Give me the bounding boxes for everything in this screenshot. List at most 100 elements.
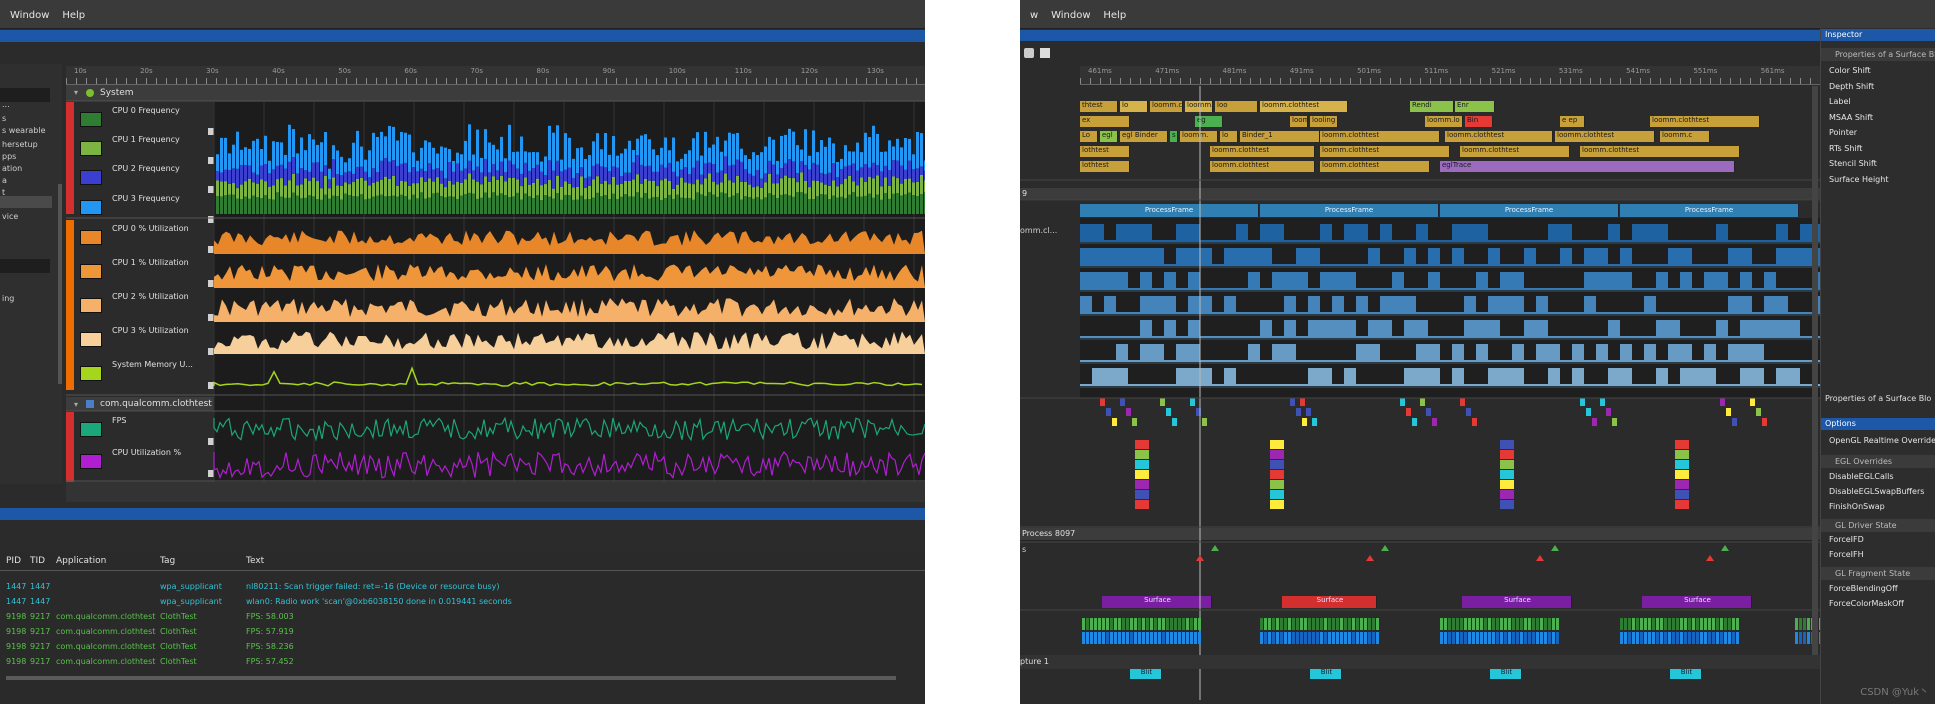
log-header-pid[interactable]: PID xyxy=(6,556,21,566)
freq-bar xyxy=(596,192,599,214)
log-header-text[interactable]: Text xyxy=(246,556,264,566)
event-marker xyxy=(1586,408,1591,416)
inspector-item[interactable]: ForceIFH xyxy=(1829,550,1864,559)
freq-bar xyxy=(632,196,635,214)
inspector-item[interactable]: DisableEGLSwapBuffers xyxy=(1829,487,1924,496)
log-cell-text: wlan0: Radio work 'scan'@0xb6038150 done… xyxy=(246,597,512,606)
freq-bar xyxy=(284,168,287,186)
freq-bar xyxy=(732,195,735,214)
freq-bar xyxy=(500,175,503,194)
freq-bar xyxy=(240,184,243,200)
freq-bar xyxy=(432,181,435,194)
gpu-bar xyxy=(1736,632,1739,644)
freq-bar xyxy=(628,180,631,197)
inspector-item[interactable]: DisableEGLCalls xyxy=(1829,472,1894,481)
gpu-bar xyxy=(1276,632,1279,644)
freq-bar xyxy=(660,164,663,181)
freq-bar xyxy=(832,195,835,214)
freq-bar xyxy=(756,186,759,198)
freq-bar xyxy=(832,143,835,164)
freq-bar xyxy=(688,183,691,198)
frag-section[interactable]: GL Fragment State xyxy=(1821,567,1935,580)
freq-bar xyxy=(872,197,875,214)
vertical-scrollbar[interactable] xyxy=(1812,86,1818,656)
egl-section[interactable]: EGL Overrides xyxy=(1821,455,1935,468)
freq-bar xyxy=(808,155,811,170)
inspector-titlebar: Inspector xyxy=(1821,29,1935,41)
log-header-tid[interactable]: TID xyxy=(30,556,45,566)
freq-bar xyxy=(228,169,231,184)
inspector-section[interactable]: Properties of a Surface Bl xyxy=(1821,48,1935,61)
freq-bar xyxy=(496,149,499,171)
inspector-item[interactable]: ForceIFD xyxy=(1829,535,1864,544)
inspector-item[interactable]: ForceBlendingOff xyxy=(1829,584,1898,593)
freq-bar xyxy=(256,197,259,214)
gpu-bar xyxy=(1492,632,1495,644)
gpu-bar xyxy=(1524,618,1527,630)
gpu-bar xyxy=(1296,632,1299,644)
log-hscrollbar[interactable] xyxy=(6,676,896,680)
gl-section[interactable]: GL Driver State xyxy=(1821,519,1935,532)
freq-bar xyxy=(252,182,255,196)
freq-bar xyxy=(824,174,827,185)
gpu-bar xyxy=(1676,618,1679,630)
freq-bar xyxy=(876,194,879,214)
freq-bar xyxy=(884,165,887,178)
freq-bar xyxy=(864,181,867,196)
log-cell-text: FPS: 58.236 xyxy=(246,642,294,651)
freq-bar xyxy=(484,176,487,193)
freq-bar xyxy=(508,160,511,178)
frame-arrow-icon xyxy=(1366,555,1374,561)
freq-bar xyxy=(268,186,271,199)
gpu-bar xyxy=(1736,618,1739,630)
freq-bar xyxy=(912,182,915,196)
inspector-item[interactable]: MSAA Shift xyxy=(1829,113,1873,122)
freq-bar xyxy=(660,199,663,214)
inspector-item[interactable]: Color Shift xyxy=(1829,66,1871,75)
freq-bar xyxy=(712,164,715,182)
freq-bar xyxy=(596,176,599,193)
gpu-bar xyxy=(1344,632,1347,644)
freq-bar xyxy=(364,199,367,214)
event-marker xyxy=(1290,398,1295,406)
freq-bar xyxy=(340,156,343,176)
freq-bar xyxy=(576,199,579,214)
freq-bar xyxy=(840,196,843,214)
gpu-bar xyxy=(1648,618,1651,630)
gpu-bar xyxy=(1360,632,1363,644)
freq-bar xyxy=(332,177,335,196)
gpu-bar xyxy=(1544,632,1547,644)
inspector-item[interactable]: RTs Shift xyxy=(1829,144,1862,153)
inspector-item[interactable]: Depth Shift xyxy=(1829,82,1874,91)
event-marker xyxy=(1160,398,1165,406)
gpu-bar xyxy=(1480,632,1483,644)
freq-bar xyxy=(420,147,423,169)
inspector-item[interactable]: Pointer xyxy=(1829,128,1857,137)
freq-bar xyxy=(524,193,527,214)
inspector-item[interactable]: Surface Height xyxy=(1829,175,1888,184)
timeline-scroll-area[interactable] xyxy=(66,482,925,502)
freq-bar xyxy=(836,177,839,187)
inspector-item[interactable]: Label xyxy=(1829,97,1851,106)
gpu-bar xyxy=(1452,632,1455,644)
log-header-application[interactable]: Application xyxy=(56,556,106,566)
freq-bar xyxy=(856,185,859,197)
gpu-bar xyxy=(1640,632,1643,644)
inspector-item[interactable]: Stencil Shift xyxy=(1829,159,1877,168)
freq-bar xyxy=(592,197,595,214)
freq-bar xyxy=(336,150,339,175)
gpu-bar xyxy=(1472,632,1475,644)
capture-tab-bar: pture 1 xyxy=(1020,655,1820,669)
freq-bar xyxy=(640,164,643,184)
inspector-item[interactable]: FinishOnSwap xyxy=(1829,502,1885,511)
gpu-bar xyxy=(1799,632,1802,644)
freq-bar xyxy=(336,185,339,197)
freq-bar xyxy=(612,136,615,167)
freq-bar xyxy=(468,160,471,174)
gpu-bar xyxy=(1178,618,1181,630)
capture-tab[interactable]: pture 1 xyxy=(1020,657,1049,666)
freq-bar xyxy=(224,195,227,214)
inspector-item[interactable]: ForceColorMaskOff xyxy=(1829,599,1904,608)
gpu-bar xyxy=(1544,618,1547,630)
log-header-tag[interactable]: Tag xyxy=(160,556,175,566)
